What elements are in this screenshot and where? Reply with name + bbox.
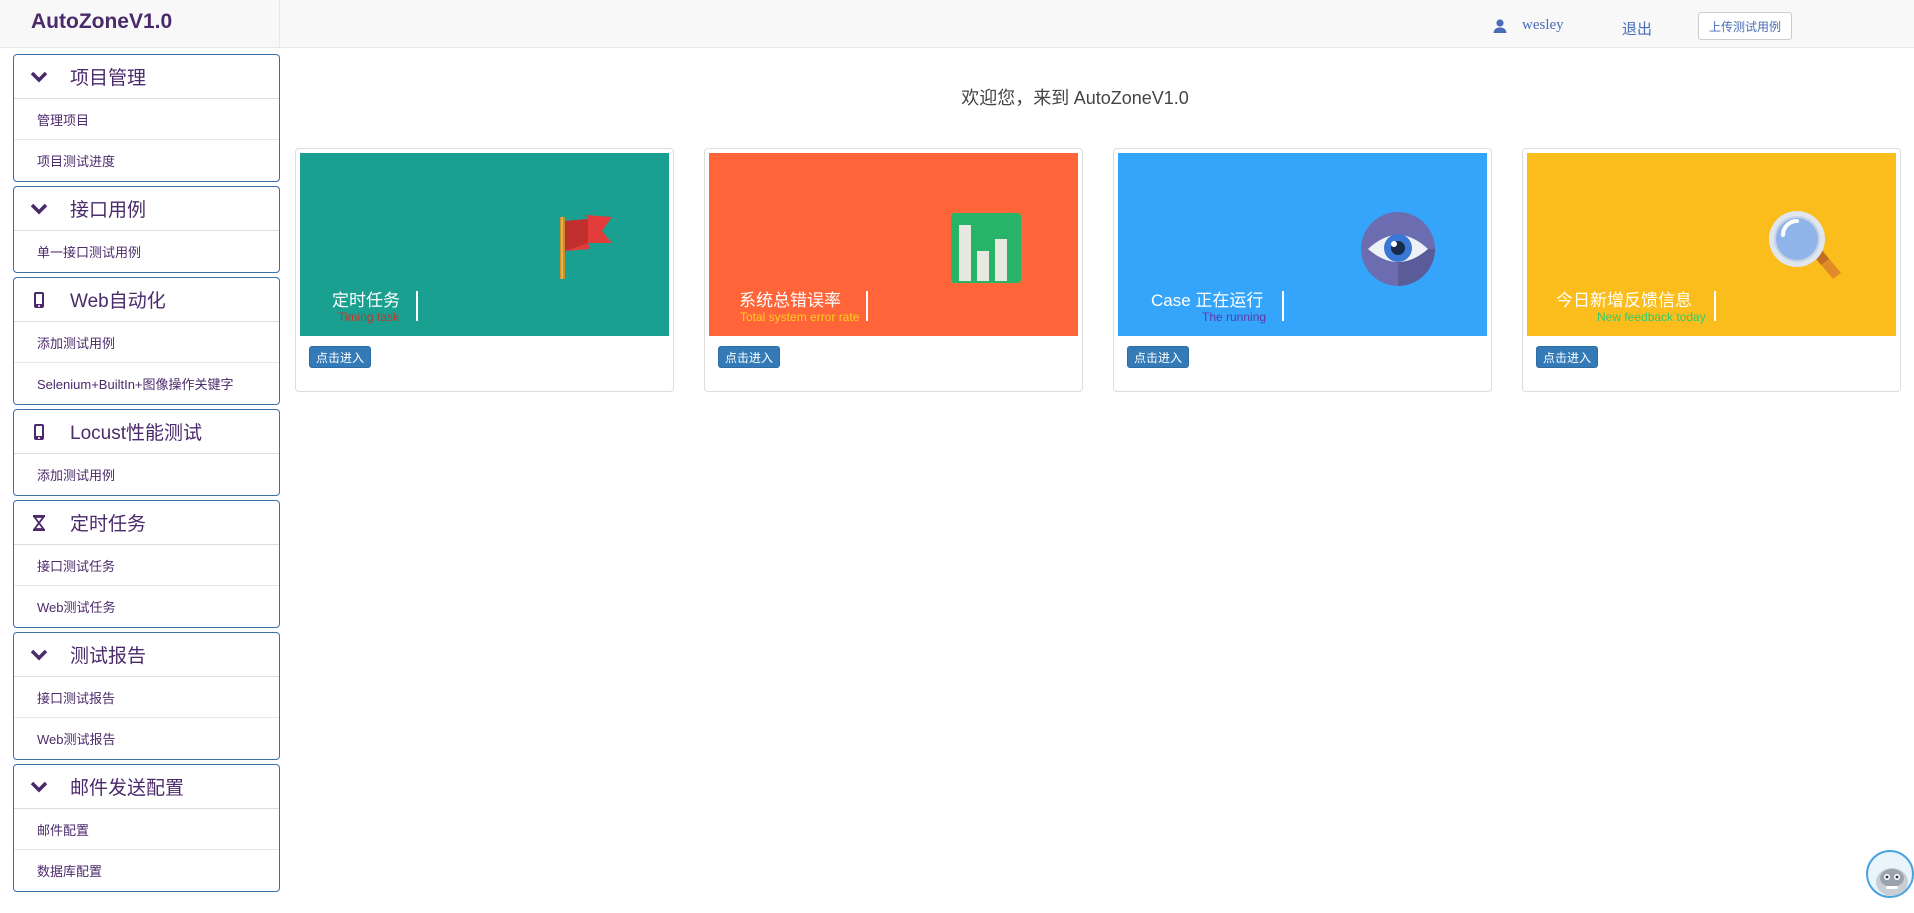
mobile-icon [28, 421, 50, 443]
sidebar-group-title: Web自动化 [70, 291, 166, 312]
user-name: wesley [1522, 17, 1564, 33]
sidebar-item-project-progress[interactable]: 项目测试进度 [14, 140, 279, 181]
sidebar-item-api-tasks[interactable]: 接口测试任务 [14, 545, 279, 586]
user-icon [1493, 18, 1507, 33]
sidebar-group-locust: Locust性能测试 添加测试用例 [13, 409, 280, 496]
welcome-message: 欢迎您，来到 AutoZoneV1.0 [0, 84, 1914, 110]
sidebar-group-title: Locust性能测试 [70, 423, 202, 444]
sidebar-group-scheduled-tasks: 定时任务 接口测试任务 Web测试任务 [13, 500, 280, 628]
sidebar-group-title: 测试报告 [70, 646, 147, 667]
card-banner: Case 正在运行 The running [1118, 153, 1487, 336]
dashboard-card-new-feedback: 今日新增反馈信息 New feedback today 点击进入 [1522, 148, 1901, 392]
magnifier-icon [1769, 211, 1841, 279]
card-subtitle: New feedback today [1597, 310, 1706, 324]
card-banner: 系统总错误率 Total system error rate [709, 153, 1078, 336]
sidebar-group-test-reports: 测试报告 接口测试报告 Web测试报告 [13, 632, 280, 760]
welcome-prefix: 欢迎您，来到 [961, 88, 1074, 108]
sidebar-group-project: 项目管理 管理项目 项目测试进度 [13, 54, 280, 182]
sidebar-group-title: 接口用例 [70, 200, 147, 221]
sidebar-item-single-api-case[interactable]: 单一接口测试用例 [14, 231, 279, 272]
card-title: 系统总错误率 [739, 291, 841, 310]
chevron-down-icon [28, 644, 50, 666]
card-subtitle: Timing task [338, 310, 399, 324]
brand-logo[interactable]: AutoZoneV1.0 [31, 10, 172, 34]
eye-icon [1361, 212, 1435, 286]
sidebar-group-header[interactable]: 邮件发送配置 [14, 765, 279, 809]
card-divider [866, 291, 868, 321]
hourglass-icon [28, 512, 50, 534]
sidebar-group-api-cases: 接口用例 单一接口测试用例 [13, 186, 280, 273]
sidebar-item-add-web-case[interactable]: 添加测试用例 [14, 322, 279, 363]
enter-button[interactable]: 点击进入 [309, 346, 372, 368]
flag-icon [560, 215, 612, 279]
card-subtitle: The running [1202, 310, 1267, 324]
sidebar-item-add-locust-case[interactable]: 添加测试用例 [14, 454, 279, 495]
card-divider [1714, 291, 1716, 321]
card-subtitle: Total system error rate [740, 310, 860, 324]
assistant-bot-button[interactable] [1866, 850, 1914, 898]
logout-link[interactable]: 退出 [1622, 18, 1652, 39]
card-title: 今日新增反馈信息 [1556, 291, 1692, 310]
dashboard-card-case-running: Case 正在运行 The running 点击进入 [1113, 148, 1492, 392]
user-menu[interactable]: wesley [1492, 17, 1564, 34]
card-title: Case 正在运行 [1151, 291, 1264, 310]
brand-area: AutoZoneV1.0 [0, 0, 280, 48]
card-divider [416, 291, 418, 321]
sidebar-item-api-report[interactable]: 接口测试报告 [14, 677, 279, 718]
upload-testcase-button[interactable]: 上传测试用例 [1698, 12, 1792, 40]
chevron-down-icon [28, 776, 50, 798]
sidebar-group-mail-config: 邮件发送配置 邮件配置 数据库配置 [13, 764, 280, 892]
sidebar-item-mail-config[interactable]: 邮件配置 [14, 809, 279, 850]
sidebar-item-db-config[interactable]: 数据库配置 [14, 850, 279, 891]
sidebar-group-header[interactable]: Web自动化 [14, 278, 279, 322]
sidebar-group-title: 邮件发送配置 [70, 778, 185, 799]
welcome-app-name: AutoZoneV1.0 [1073, 88, 1189, 108]
mobile-icon [28, 289, 50, 311]
card-banner: 今日新增反馈信息 New feedback today [1527, 153, 1896, 336]
card-title: 定时任务 [332, 291, 400, 310]
sidebar-group-header[interactable]: Locust性能测试 [14, 410, 279, 454]
card-divider [1282, 291, 1284, 321]
sidebar-item-web-tasks[interactable]: Web测试任务 [14, 586, 279, 627]
sidebar: 项目管理 管理项目 项目测试进度 接口用例 单一接口测试用例 Web自动化 添加… [13, 54, 280, 896]
sidebar-group-title: 定时任务 [70, 514, 147, 535]
chevron-down-icon [28, 198, 50, 220]
sidebar-group-header[interactable]: 定时任务 [14, 501, 279, 545]
enter-button[interactable]: 点击进入 [1536, 346, 1599, 368]
top-navbar: AutoZoneV1.0 wesley 退出 上传测试用例 [0, 0, 1914, 48]
robot-icon [1876, 868, 1908, 896]
sidebar-item-selenium-keywords[interactable]: Selenium+BuiltIn+图像操作关键字 [14, 363, 279, 404]
sidebar-item-web-report[interactable]: Web测试报告 [14, 718, 279, 759]
enter-button[interactable]: 点击进入 [718, 346, 781, 368]
dashboard-card-error-rate: 系统总错误率 Total system error rate 点击进入 [704, 148, 1083, 392]
bar-chart-icon [951, 213, 1021, 283]
sidebar-group-header[interactable]: 测试报告 [14, 633, 279, 677]
sidebar-group-header[interactable]: 接口用例 [14, 187, 279, 231]
sidebar-group-web-automation: Web自动化 添加测试用例 Selenium+BuiltIn+图像操作关键字 [13, 277, 280, 405]
dashboard-card-timing-task: 定时任务 Timing task 点击进入 [295, 148, 674, 392]
enter-button[interactable]: 点击进入 [1127, 346, 1190, 368]
card-banner: 定时任务 Timing task [300, 153, 669, 336]
